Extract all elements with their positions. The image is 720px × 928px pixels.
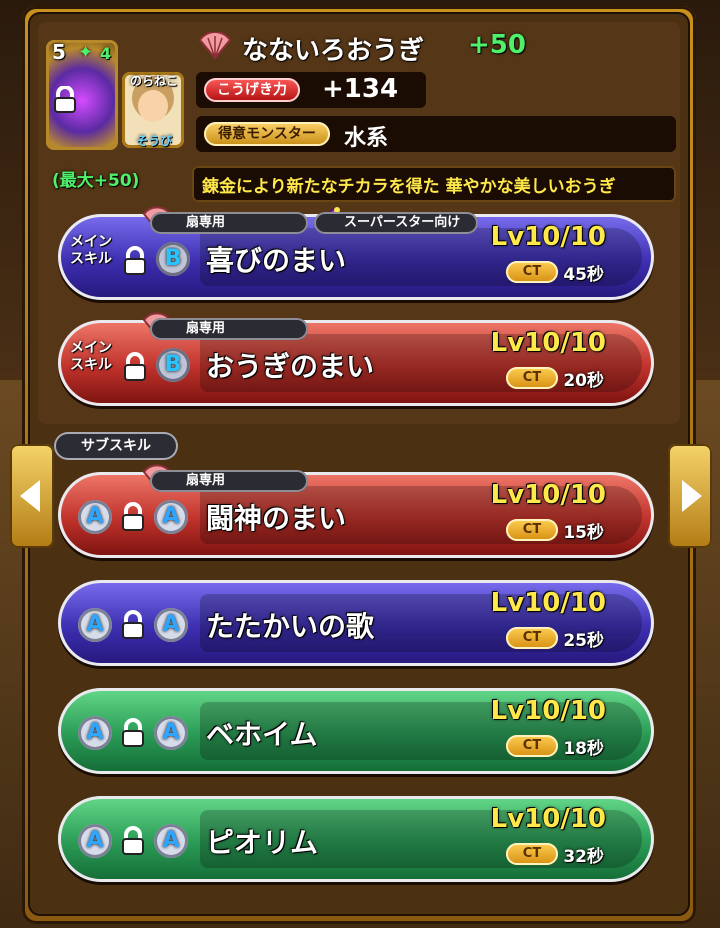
chevron-right-icon (682, 480, 702, 512)
skill-rank-badge-right: A (154, 608, 188, 642)
lock-icon[interactable] (120, 718, 146, 748)
sparkle-icon: ✦ (78, 42, 94, 63)
skill-level: Lv10/10 (490, 328, 606, 358)
sub-skill-tab: サブスキル (54, 432, 178, 460)
sub-skill-3[interactable]: A A ベホイム Lv10/10 CT 18秒 (58, 688, 654, 774)
skill-rank-badge: B (156, 242, 190, 276)
skill-restriction-tag: 扇専用 (150, 318, 308, 340)
skill-name: ベホイム (206, 718, 318, 751)
max-bonus: (最大+50) (52, 171, 140, 191)
item-description: 錬金により新たなチカラを得た 華やかな美しいおうぎ (202, 177, 616, 197)
item-name: なないろおうぎ (242, 36, 425, 66)
cooldown-value: 20秒 (563, 371, 604, 391)
skill-name: おうぎのまい (206, 350, 375, 383)
favored-monster-value: 水系 (344, 126, 389, 151)
lock-icon[interactable] (120, 826, 146, 856)
cooldown-label: CT (506, 519, 558, 541)
skill-name: たたかいの歌 (206, 610, 375, 643)
skill-rank-badge-left: A (78, 608, 112, 642)
skill-name: 喜びのまい (206, 244, 347, 277)
skill-level: Lv10/10 (490, 222, 606, 252)
cooldown-label: CT (506, 627, 558, 649)
cooldown-label: CT (506, 261, 558, 283)
lock-icon[interactable] (122, 352, 148, 382)
chevron-left-icon (20, 480, 40, 512)
cooldown-label: CT (506, 843, 558, 865)
skill-level: Lv10/10 (490, 804, 606, 834)
skill-rank-badge-left: A (78, 824, 112, 858)
cooldown-value: 32秒 (563, 847, 604, 867)
previous-button[interactable] (10, 444, 54, 548)
skill-rank-badge-right: A (154, 716, 188, 750)
skill-restriction-tag: 扇専用 (150, 212, 308, 234)
skill-level: Lv10/10 (490, 696, 606, 726)
lock-icon[interactable] (120, 610, 146, 640)
lock-icon[interactable] (52, 86, 78, 114)
item-rarity: 5 (52, 40, 66, 64)
skill-level: Lv10/10 (490, 588, 606, 618)
skill-name: ピオリム (206, 826, 319, 859)
cooldown-value: 18秒 (563, 739, 604, 759)
item-plus-value: +50 (468, 30, 526, 60)
lock-icon[interactable] (122, 246, 148, 276)
cooldown-value: 25秒 (563, 631, 604, 651)
attack-value: +134 (322, 74, 399, 104)
item-plus-count: 4 (100, 44, 112, 63)
skill-rank-badge-right: A (154, 824, 188, 858)
equip-label: そうび (135, 134, 172, 148)
attack-label: こうげき力 (204, 78, 300, 102)
skill-rank-badge-left: A (78, 500, 112, 534)
skill-name: 闘神のまい (206, 502, 347, 535)
next-button[interactable] (668, 444, 712, 548)
favored-monster-label: 得意モンスター (204, 122, 330, 146)
cooldown-value: 45秒 (563, 265, 604, 285)
skill-level: Lv10/10 (490, 480, 606, 510)
fan-icon (198, 32, 232, 60)
skill-rank-badge: B (156, 348, 190, 382)
lock-icon[interactable] (120, 502, 146, 532)
sub-skill-4[interactable]: A A ピオリム Lv10/10 CT 32秒 (58, 796, 654, 882)
avatar-name: のらねこ (129, 74, 178, 88)
monster-face-icon (138, 90, 168, 122)
cooldown-label: CT (506, 367, 558, 389)
skill-rank-badge-right: A (154, 500, 188, 534)
skill-rank-badge-left: A (78, 716, 112, 750)
cooldown-label: CT (506, 735, 558, 757)
skill-target-tag: スーパースター向け (314, 212, 478, 234)
main-skill-tag: メイン スキル (70, 234, 112, 267)
cooldown-value: 15秒 (563, 523, 604, 543)
skill-restriction-tag: 扇専用 (150, 470, 308, 492)
sub-skill-2[interactable]: A A たたかいの歌 Lv10/10 CT 25秒 (58, 580, 654, 666)
main-skill-tag: メイン スキル (70, 340, 112, 373)
